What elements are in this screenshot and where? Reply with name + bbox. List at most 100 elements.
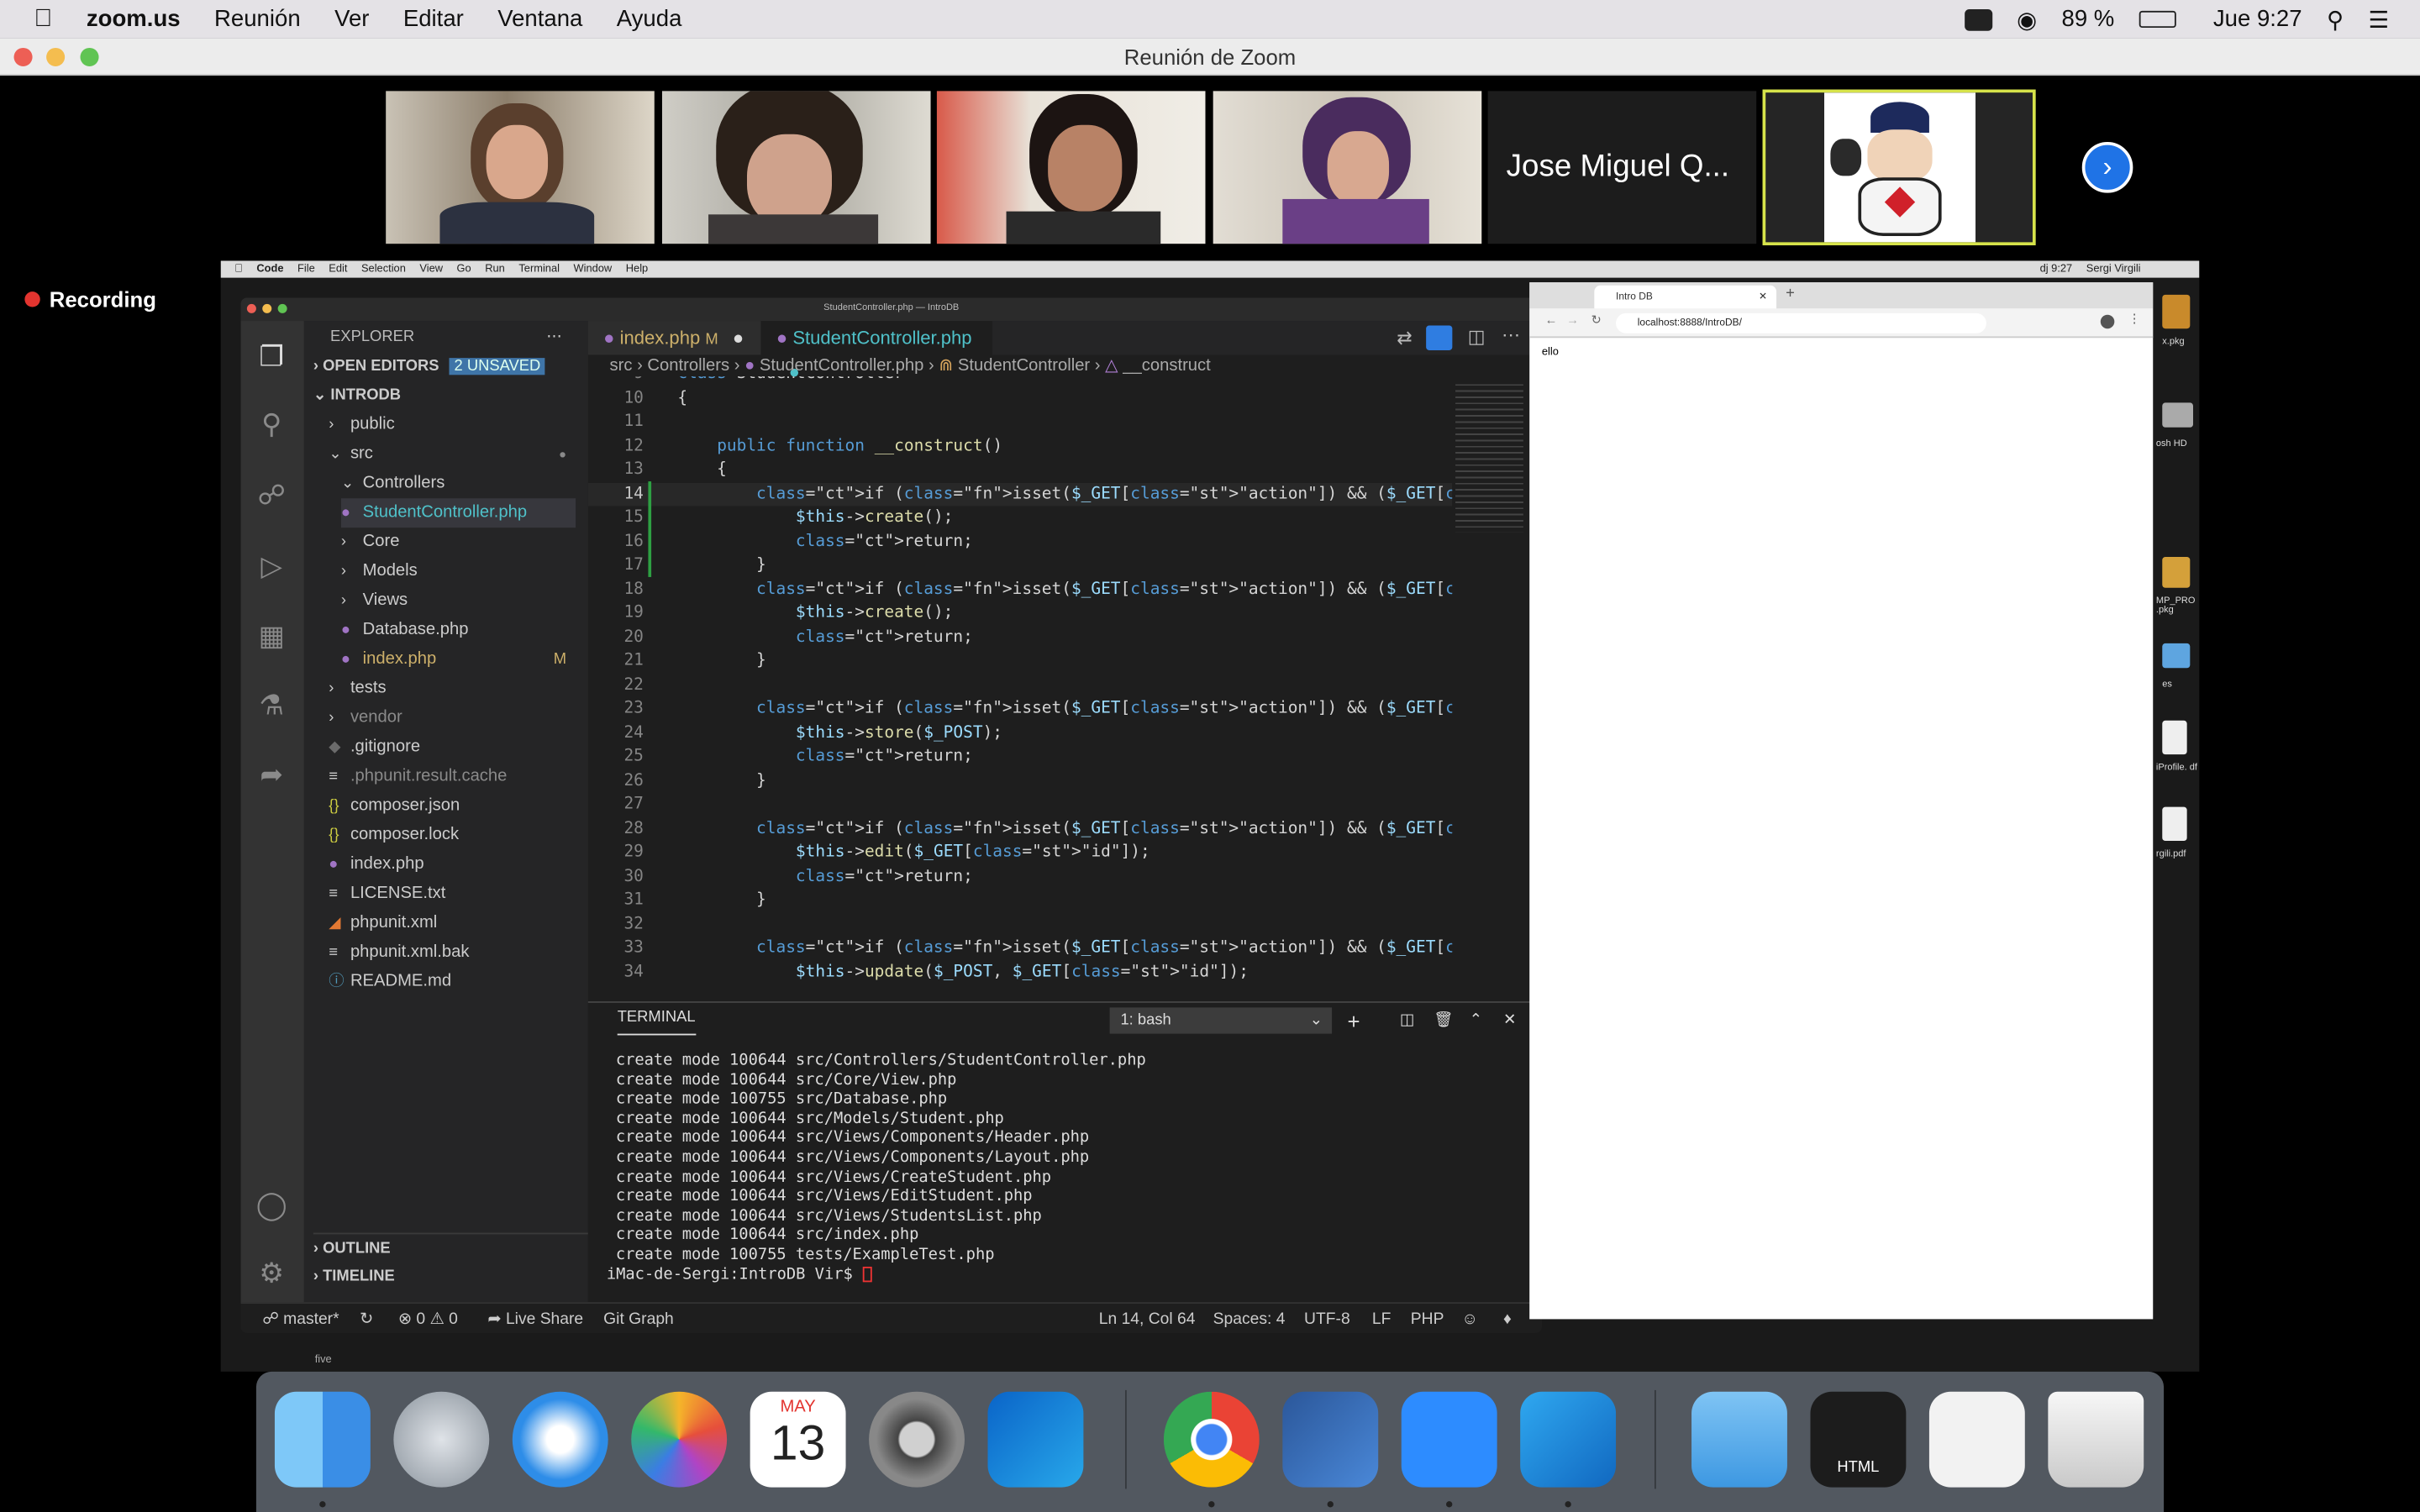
profile-avatar[interactable] bbox=[2100, 314, 2115, 329]
browser-tab[interactable]: Intro DB ✕ bbox=[1594, 285, 1777, 309]
code-line[interactable]: 25 class="ct">return; bbox=[588, 745, 1453, 769]
project-header[interactable]: ⌄ INTRODB bbox=[313, 381, 401, 411]
terminal-tab[interactable]: TERMINAL bbox=[617, 1003, 696, 1036]
code-line[interactable]: 9 class StudentController bbox=[588, 376, 1453, 386]
vscode-maximize-button[interactable] bbox=[277, 303, 287, 313]
vscode-icon[interactable] bbox=[1520, 1391, 1617, 1488]
package-icon[interactable] bbox=[2162, 294, 2191, 329]
folder-icon[interactable] bbox=[1691, 1391, 1787, 1488]
file-tree-item[interactable]: › public bbox=[329, 411, 588, 440]
code-line[interactable]: 31 } bbox=[588, 889, 1453, 912]
minimize-window-button[interactable] bbox=[46, 47, 66, 66]
code-line[interactable]: 33 class="ct">if (class="fn">isset($_GET… bbox=[588, 937, 1452, 960]
file-tree-item[interactable]: ● Database.php bbox=[341, 616, 588, 645]
system-preferences-icon[interactable] bbox=[869, 1391, 965, 1488]
timeline-header[interactable]: › TIMELINE bbox=[313, 1262, 395, 1291]
live-share-status[interactable]: ➦ Live Share bbox=[487, 1304, 583, 1333]
explorer-more-icon[interactable]: ⋯ bbox=[546, 323, 561, 352]
unsaved-dot-icon[interactable]: ● bbox=[733, 327, 744, 349]
screenshot-icon[interactable] bbox=[1928, 1391, 2025, 1488]
menu-ver[interactable]: Ver bbox=[334, 6, 369, 32]
code-line[interactable]: 30 class="ct">return; bbox=[588, 864, 1453, 888]
language-status[interactable]: PHP bbox=[1411, 1304, 1444, 1333]
zoom-icon[interactable] bbox=[1401, 1391, 1497, 1488]
code-line[interactable]: 29 $this->edit($_GET[class="st">"id"]); bbox=[588, 841, 1453, 864]
code-line[interactable]: 13 { bbox=[588, 459, 1453, 482]
menu-reunion[interactable]: Reunión bbox=[214, 6, 301, 32]
source-control-icon[interactable]: ☍ bbox=[255, 478, 288, 512]
maximize-panel-icon[interactable]: ⌃ bbox=[1470, 1003, 1482, 1040]
participant-video-3[interactable] bbox=[936, 91, 1206, 244]
package-icon[interactable] bbox=[2162, 557, 2191, 588]
battery-percent[interactable]: 89 % bbox=[2062, 6, 2115, 32]
tab-studentcontroller-php[interactable]: ● StudentController.php ● bbox=[760, 321, 993, 383]
file-tree-item[interactable]: ◢ phpunit.xml bbox=[329, 909, 588, 938]
participant-video-2[interactable] bbox=[661, 91, 931, 244]
close-window-button[interactable] bbox=[13, 47, 33, 66]
file-tree-item[interactable]: ⌄ src ● bbox=[329, 439, 588, 469]
menu-ventana[interactable]: Ventana bbox=[497, 6, 582, 32]
participant-name-tile[interactable]: Jose Miguel Q... bbox=[1487, 91, 1757, 244]
file-tree-item[interactable]: › Views bbox=[341, 586, 588, 616]
vscode-close-button[interactable] bbox=[246, 303, 256, 313]
file-tree-item[interactable]: › Core bbox=[341, 528, 588, 557]
testing-icon[interactable]: ⚗ bbox=[255, 688, 288, 722]
wifi-icon[interactable]: ◉ bbox=[2017, 5, 2037, 33]
code-line[interactable]: 21 } bbox=[588, 649, 1453, 673]
finder-icon[interactable] bbox=[274, 1391, 371, 1488]
explorer-icon[interactable]: ❐ bbox=[255, 339, 288, 373]
file-tree-item[interactable]: ◆ .gitignore bbox=[329, 732, 588, 762]
outline-header[interactable]: › OUTLINE bbox=[313, 1232, 597, 1263]
pdf-icon[interactable] bbox=[2162, 806, 2187, 842]
photos-icon[interactable] bbox=[631, 1391, 728, 1488]
live-share-icon[interactable]: ➦ bbox=[255, 758, 288, 791]
launchpad-icon[interactable] bbox=[393, 1391, 490, 1488]
code-line[interactable]: 11 bbox=[588, 411, 1453, 434]
participant-video-4[interactable] bbox=[1213, 91, 1482, 244]
participant-video-1[interactable] bbox=[386, 91, 655, 244]
search-icon[interactable]: ⚲ bbox=[255, 407, 288, 441]
forward-icon[interactable]: → bbox=[1566, 313, 1579, 328]
code-line[interactable]: 16 class="ct">return; bbox=[588, 530, 1453, 554]
split-terminal-icon[interactable]: ◫ bbox=[1400, 1003, 1414, 1040]
apple-icon[interactable]:  bbox=[34, 5, 52, 33]
file-tree-item[interactable]: {} composer.lock bbox=[329, 821, 588, 850]
new-tab-icon[interactable]: + bbox=[1786, 286, 1795, 302]
code-line[interactable]: 27 bbox=[588, 793, 1453, 816]
next-page-button[interactable]: › bbox=[2081, 141, 2133, 193]
eol-status[interactable]: LF bbox=[1372, 1304, 1392, 1333]
file-tree-item[interactable]: ● index.php bbox=[329, 850, 588, 879]
menu-ayuda[interactable]: Ayuda bbox=[617, 6, 682, 32]
menu-list-icon[interactable]: ☰ bbox=[2369, 5, 2390, 33]
file-tree-item[interactable]: ≡ phpunit.xml.bak bbox=[329, 938, 588, 968]
file-tree-item[interactable]: ≡ LICENSE.txt bbox=[329, 879, 588, 909]
file-tree-item[interactable]: ⓘ README.md bbox=[329, 968, 588, 997]
vscode-window[interactable]: StudentController.php — IntroDB ❐ ⚲ ☍ ▷ … bbox=[240, 297, 1542, 1333]
menubar-app-name[interactable]: zoom.us bbox=[87, 6, 181, 32]
code-line[interactable]: 23 class="ct">if (class="fn">isset($_GET… bbox=[588, 697, 1452, 721]
close-tab-icon[interactable]: ✕ bbox=[1759, 286, 1767, 309]
file-tree-item[interactable]: › vendor bbox=[329, 704, 588, 733]
account-icon[interactable]: ◯ bbox=[255, 1188, 288, 1221]
reload-icon[interactable]: ↻ bbox=[1591, 313, 1602, 328]
close-panel-icon[interactable]: ✕ bbox=[1503, 1003, 1516, 1040]
cursor-position[interactable]: Ln 14, Col 64 bbox=[1099, 1304, 1196, 1333]
file-tree-item[interactable]: ≡ .phpunit.result.cache bbox=[329, 762, 588, 791]
battery-icon[interactable] bbox=[2139, 10, 2176, 29]
browser-menu-icon[interactable]: ⋮ bbox=[2128, 312, 2141, 326]
trash-icon[interactable] bbox=[2048, 1391, 2144, 1488]
maximize-window-button[interactable] bbox=[80, 47, 99, 66]
new-terminal-icon[interactable]: + bbox=[1347, 1003, 1360, 1040]
zoom-status-icon[interactable] bbox=[1964, 8, 1992, 30]
file-tree-item[interactable]: ● StudentController.php bbox=[340, 498, 576, 528]
chrome-icon[interactable] bbox=[1163, 1391, 1260, 1488]
breadcrumb-file[interactable]: StudentController.php bbox=[760, 356, 923, 375]
code-line[interactable]: 26 } bbox=[588, 769, 1453, 793]
code-line[interactable]: 10 { bbox=[588, 386, 1453, 410]
run-debug-icon[interactable]: ▷ bbox=[255, 549, 288, 583]
code-line[interactable]: 15 $this->create(); bbox=[588, 506, 1453, 529]
calendar-icon[interactable]: MAY 13 bbox=[750, 1391, 846, 1488]
extensions-icon[interactable]: ▦ bbox=[255, 619, 288, 653]
split-editor-icon[interactable]: ◫ bbox=[1468, 326, 1486, 348]
search-icon[interactable]: ⚲ bbox=[2327, 5, 2344, 33]
